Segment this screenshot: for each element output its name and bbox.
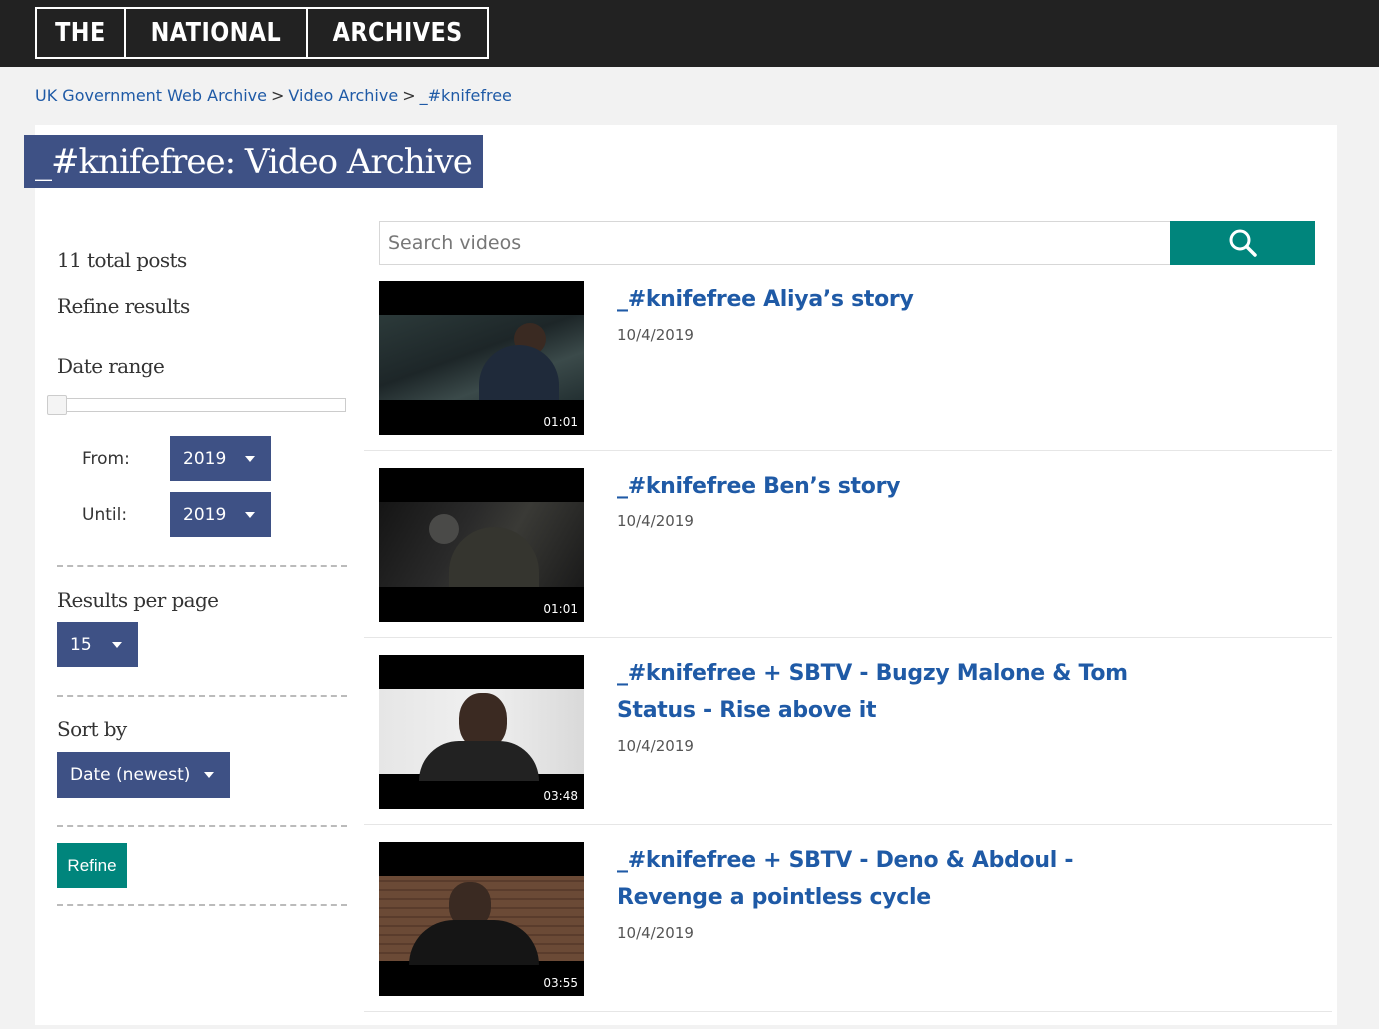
date-range-heading: Date range — [57, 354, 165, 378]
video-title-link[interactable]: _#knifefree + SBTV - Deno & Abdoul - Rev… — [617, 842, 1177, 916]
video-title-link[interactable]: _#knifefree Ben’s story — [617, 468, 1177, 505]
video-duration: 01:01 — [543, 602, 578, 616]
divider — [57, 904, 347, 906]
total-posts: 11 total posts — [57, 248, 187, 272]
video-date: 10/4/2019 — [617, 737, 694, 755]
until-label: Until: — [82, 505, 128, 525]
video-title-link[interactable]: _#knifefree + SBTV - Bugzy Malone & Tom … — [617, 655, 1177, 729]
breadcrumb-knifefree[interactable]: _#knifefree — [420, 86, 512, 105]
divider — [57, 695, 347, 697]
from-year-select[interactable]: 2019 — [170, 436, 271, 481]
sort-by-heading: Sort by — [57, 717, 127, 741]
divider — [57, 565, 347, 567]
breadcrumb-web-archive[interactable]: UK Government Web Archive — [35, 86, 267, 105]
date-range-slider-handle[interactable] — [47, 395, 67, 415]
from-label: From: — [82, 449, 130, 469]
video-date: 10/4/2019 — [617, 326, 694, 344]
divider — [364, 450, 1332, 451]
divider — [364, 824, 1332, 825]
from-year-value: 2019 — [183, 448, 227, 469]
results-per-page-heading: Results per page — [57, 588, 219, 612]
video-title-link[interactable]: _#knifefree Aliya’s story — [617, 281, 1177, 318]
caret-down-icon — [112, 641, 122, 648]
page-title: _#knifefree: Video Archive — [24, 135, 483, 188]
video-duration: 03:55 — [543, 976, 578, 990]
video-thumbnail[interactable]: 01:01 — [379, 281, 584, 435]
divider — [364, 1011, 1332, 1012]
video-thumbnail[interactable]: 03:55 — [379, 842, 584, 996]
logo-word-2: NATIONAL — [150, 18, 281, 48]
search-icon — [1229, 229, 1257, 257]
video-list-item: 01:01 _#knifefree Ben’s story 10/4/2019 — [364, 468, 1332, 655]
search-button[interactable] — [1170, 221, 1315, 265]
thumbnail-image — [379, 502, 584, 587]
video-list-item: 03:48 _#knifefree + SBTV - Bugzy Malone … — [364, 655, 1332, 842]
caret-down-icon — [245, 511, 255, 518]
search-videos-input[interactable] — [379, 221, 1171, 265]
thumbnail-image — [379, 689, 584, 781]
until-year-select[interactable]: 2019 — [170, 492, 271, 537]
sort-by-value: Date (newest) — [70, 765, 191, 785]
divider — [57, 825, 347, 827]
date-range-slider-track[interactable] — [47, 398, 346, 412]
refine-button[interactable]: Refine — [57, 843, 127, 888]
results-per-page-select[interactable]: 15 — [57, 622, 138, 667]
site-header: THE NATIONAL ARCHIVES — [0, 0, 1379, 67]
video-duration: 03:48 — [543, 789, 578, 803]
thumbnail-image — [379, 876, 584, 965]
video-list-item: 01:01 _#knifefree Aliya’s story 10/4/201… — [364, 281, 1332, 468]
video-thumbnail[interactable]: 03:48 — [379, 655, 584, 809]
breadcrumb-separator: > — [402, 86, 416, 105]
breadcrumb: UK Government Web Archive > Video Archive >… — [35, 86, 512, 105]
logo-word-1: THE — [55, 18, 106, 48]
divider — [364, 637, 1332, 638]
logo-word-3: ARCHIVES — [332, 18, 463, 48]
video-list-item: 03:55 _#knifefree + SBTV - Deno & Abdoul… — [364, 842, 1332, 1029]
breadcrumb-video-archive[interactable]: Video Archive — [288, 86, 398, 105]
breadcrumb-separator: > — [271, 86, 285, 105]
caret-down-icon — [204, 772, 214, 778]
refine-results-heading: Refine results — [57, 294, 190, 318]
video-date: 10/4/2019 — [617, 512, 694, 530]
caret-down-icon — [245, 455, 255, 462]
sort-by-select[interactable]: Date (newest) — [57, 752, 230, 798]
video-thumbnail[interactable]: 01:01 — [379, 468, 584, 622]
until-year-value: 2019 — [183, 504, 227, 525]
video-date: 10/4/2019 — [617, 924, 694, 942]
national-archives-logo[interactable]: THE NATIONAL ARCHIVES — [35, 7, 489, 59]
video-duration: 01:01 — [543, 415, 578, 429]
thumbnail-image — [379, 315, 584, 400]
results-per-page-value: 15 — [70, 634, 92, 655]
